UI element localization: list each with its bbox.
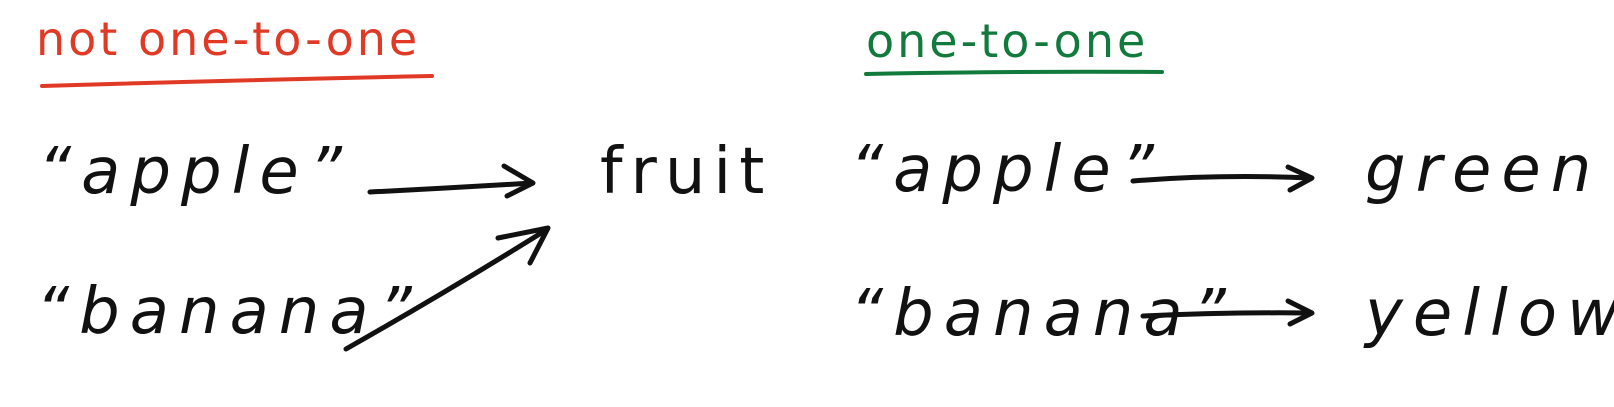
arrow-banana-to-yellow: [1140, 298, 1315, 327]
arrows-layer: [40, 69, 1315, 352]
arrow-apple-to-fruit: [367, 163, 536, 199]
left-title-underline: [40, 74, 434, 88]
arrow-banana-to-fruit: [343, 225, 551, 352]
mapping-diagram: not one-to-one “apple” “banana” fruit on…: [0, 0, 1614, 407]
right-title-underline: [864, 69, 1164, 76]
arrow-apple-to-green: [1130, 164, 1315, 193]
